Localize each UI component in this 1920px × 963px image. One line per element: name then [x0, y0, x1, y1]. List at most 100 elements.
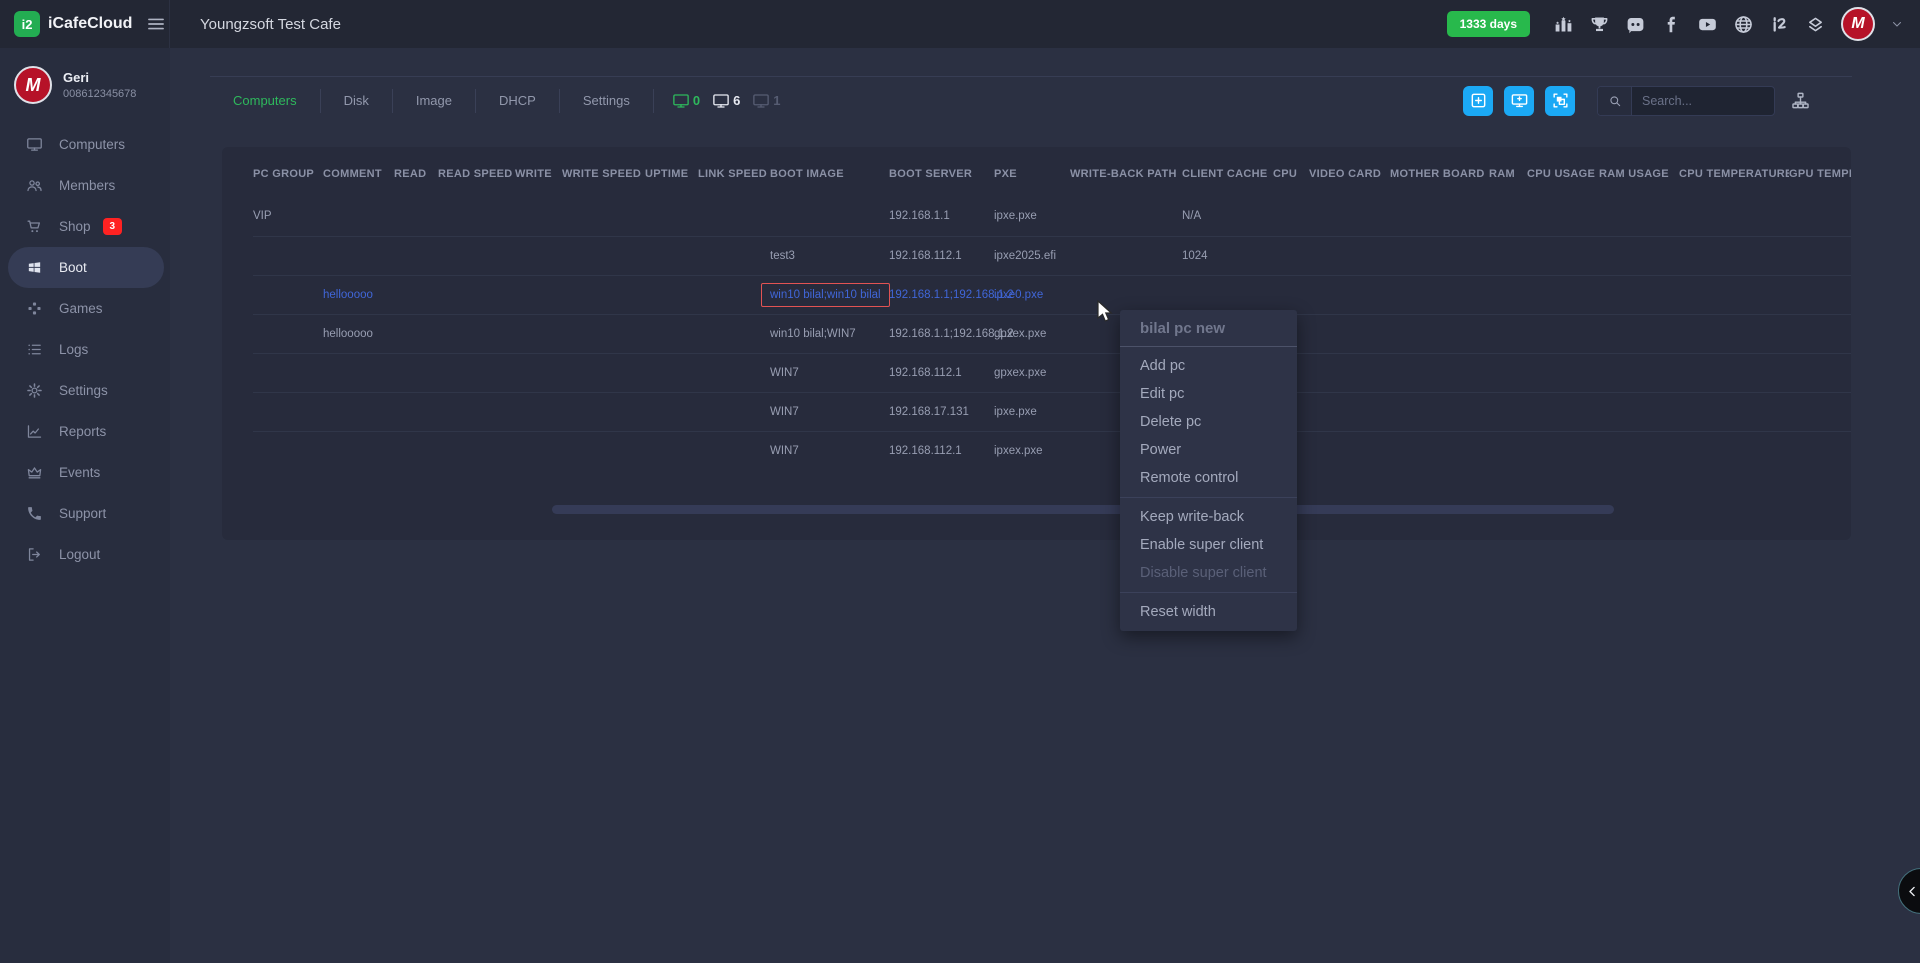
- context-menu-item-power[interactable]: Power: [1120, 436, 1297, 464]
- table-row[interactable]: WIN7192.168.17.131ipxe.pxe: [253, 392, 1851, 431]
- column-header-read[interactable]: READ: [394, 151, 438, 197]
- tab-settings[interactable]: Settings: [560, 89, 654, 113]
- context-menu-item-keep-write-back[interactable]: Keep write-back: [1120, 503, 1297, 531]
- monitor-count-white[interactable]: 6: [712, 92, 740, 110]
- search-input[interactable]: [1632, 94, 1774, 108]
- column-header-client-cache[interactable]: CLIENT CACHE: [1182, 151, 1273, 197]
- column-header-write[interactable]: WRITE: [515, 151, 562, 197]
- cell-ram-usage: [1599, 314, 1679, 353]
- sitemap-icon[interactable]: [1791, 91, 1810, 110]
- context-menu-item-delete-pc[interactable]: Delete pc: [1120, 408, 1297, 436]
- user-avatar[interactable]: M: [1841, 7, 1875, 41]
- column-header-boot-server[interactable]: BOOT SERVER: [889, 151, 994, 197]
- table-row[interactable]: hellooooowin10 bilal;WIN7192.168.1.1;192…: [253, 314, 1851, 353]
- context-menu-item-enable-super-client[interactable]: Enable super client: [1120, 531, 1297, 559]
- cell-cpu-temperature: [1679, 314, 1789, 353]
- column-header-gpu-temperature[interactable]: GPU TEMPERATURE: [1789, 151, 1851, 197]
- sidebar-item-games[interactable]: Games: [0, 288, 170, 329]
- sidebar-item-members[interactable]: Members: [0, 165, 170, 206]
- column-header-video-card[interactable]: VIDEO CARD: [1309, 151, 1390, 197]
- column-header-mother-board[interactable]: MOTHER BOARD: [1390, 151, 1489, 197]
- cell-boot-image: test3: [770, 236, 889, 275]
- sidebar-item-events[interactable]: Events: [0, 452, 170, 493]
- cell-gpu-temperature: [1789, 197, 1851, 236]
- monitor-plus-icon: [1510, 91, 1529, 110]
- select-area-button[interactable]: [1545, 86, 1575, 116]
- cell-ram-usage: [1599, 392, 1679, 431]
- table-row[interactable]: WIN7192.168.112.1gpxex.pxe: [253, 353, 1851, 392]
- main-content: ComputersDiskImageDHCPSettings 0 6 1: [170, 48, 1920, 963]
- sidebar-item-logs[interactable]: Logs: [0, 329, 170, 370]
- sidebar-item-label: Boot: [59, 260, 87, 275]
- sidebar-item-boot[interactable]: Boot: [8, 247, 164, 288]
- context-menu-item-add-pc[interactable]: Add pc: [1120, 352, 1297, 380]
- sidebar-item-computers[interactable]: Computers: [0, 124, 170, 165]
- column-header-pc-group[interactable]: PC GROUP: [253, 151, 323, 197]
- globe-icon[interactable]: [1733, 14, 1754, 35]
- cell-write-back-path: [1070, 236, 1182, 275]
- table-row[interactable]: VIP192.168.1.1ipxe.pxeN/A: [253, 197, 1851, 236]
- context-menu-item-reset-width[interactable]: Reset width: [1120, 598, 1297, 626]
- table-row[interactable]: hellooooowin10 bilal;win10 bilal192.168.…: [253, 275, 1851, 314]
- sidebar-item-settings[interactable]: Settings: [0, 370, 170, 411]
- column-header-cpu[interactable]: CPU: [1273, 151, 1309, 197]
- column-header-write-back-path[interactable]: WRITE-BACK PATH: [1070, 151, 1182, 197]
- icafecloud-logo-icon: i2: [14, 11, 40, 37]
- column-header-ram[interactable]: RAM: [1489, 151, 1527, 197]
- days-remaining-badge[interactable]: 1333 days: [1447, 11, 1530, 37]
- cell-ram: [1489, 275, 1527, 314]
- horizontal-scrollbar[interactable]: [552, 505, 1614, 514]
- table-row[interactable]: test3192.168.112.1ipxe2025.efi1024: [253, 236, 1851, 275]
- youtube-icon[interactable]: [1697, 14, 1718, 35]
- discord-icon[interactable]: [1625, 14, 1646, 35]
- cell-mother-board: [1390, 275, 1489, 314]
- ranking-icon[interactable]: [1553, 14, 1574, 35]
- column-header-cpu-usage[interactable]: CPU USAGE: [1527, 151, 1599, 197]
- monitor-count-green[interactable]: 0: [672, 92, 700, 110]
- facebook-icon[interactable]: [1661, 14, 1682, 35]
- cell-read: [394, 353, 438, 392]
- column-header-ram-usage[interactable]: RAM USAGE: [1599, 151, 1679, 197]
- sidebar-item-reports[interactable]: Reports: [0, 411, 170, 452]
- chevron-down-icon[interactable]: [1890, 17, 1904, 31]
- cell-ram: [1489, 353, 1527, 392]
- context-menu-item-edit-pc[interactable]: Edit pc: [1120, 380, 1297, 408]
- hamburger-menu-icon[interactable]: [146, 14, 166, 34]
- cell-link-speed: [698, 314, 770, 353]
- sidebar-item-logout[interactable]: Logout: [0, 534, 170, 575]
- sidebar-user-avatar[interactable]: M: [14, 66, 52, 104]
- cell-boot-server: 192.168.112.1: [889, 236, 994, 275]
- layers-icon[interactable]: [1805, 14, 1826, 35]
- cell-write: [515, 197, 562, 236]
- monitor-counts: 0 6 1: [672, 92, 781, 110]
- context-menu-group: Add pcEdit pcDelete pcPowerRemote contro…: [1120, 347, 1297, 497]
- column-header-uptime[interactable]: UPTIME: [645, 151, 698, 197]
- monitor-icon: [712, 92, 730, 110]
- column-header-pxe[interactable]: PXE: [994, 151, 1070, 197]
- column-header-boot-image[interactable]: BOOT IMAGE: [770, 151, 889, 197]
- cell-mother-board: [1390, 431, 1489, 470]
- cell-cpu-temperature: [1679, 275, 1789, 314]
- monitor-count-gray[interactable]: 1: [752, 92, 780, 110]
- sidebar-item-support[interactable]: Support: [0, 493, 170, 534]
- cell-ram: [1489, 392, 1527, 431]
- context-menu-item-remote-control[interactable]: Remote control: [1120, 464, 1297, 492]
- sidebar-item-shop[interactable]: Shop 3: [0, 206, 170, 247]
- tab-dhcp[interactable]: DHCP: [476, 89, 560, 113]
- crown-icon: [26, 464, 43, 481]
- column-header-read-speed[interactable]: READ SPEED: [438, 151, 515, 197]
- column-header-link-speed[interactable]: LINK SPEED: [698, 151, 770, 197]
- tab-image[interactable]: Image: [393, 89, 476, 113]
- add-pc-button[interactable]: [1504, 86, 1534, 116]
- icafecloud-icon[interactable]: [1769, 14, 1790, 35]
- table-row[interactable]: WIN7192.168.112.1ipxex.pxe: [253, 431, 1851, 470]
- add-button[interactable]: [1463, 86, 1493, 116]
- sidebar-item-label: Events: [59, 465, 100, 480]
- column-header-comment[interactable]: COMMENT: [323, 151, 394, 197]
- column-header-cpu-temperature[interactable]: CPU TEMPERATURE: [1679, 151, 1789, 197]
- tab-computers[interactable]: Computers: [210, 89, 321, 113]
- trophy-icon[interactable]: [1589, 14, 1610, 35]
- search-icon: [1608, 94, 1622, 108]
- tab-disk[interactable]: Disk: [321, 89, 393, 113]
- column-header-write-speed[interactable]: WRITE SPEED: [562, 151, 645, 197]
